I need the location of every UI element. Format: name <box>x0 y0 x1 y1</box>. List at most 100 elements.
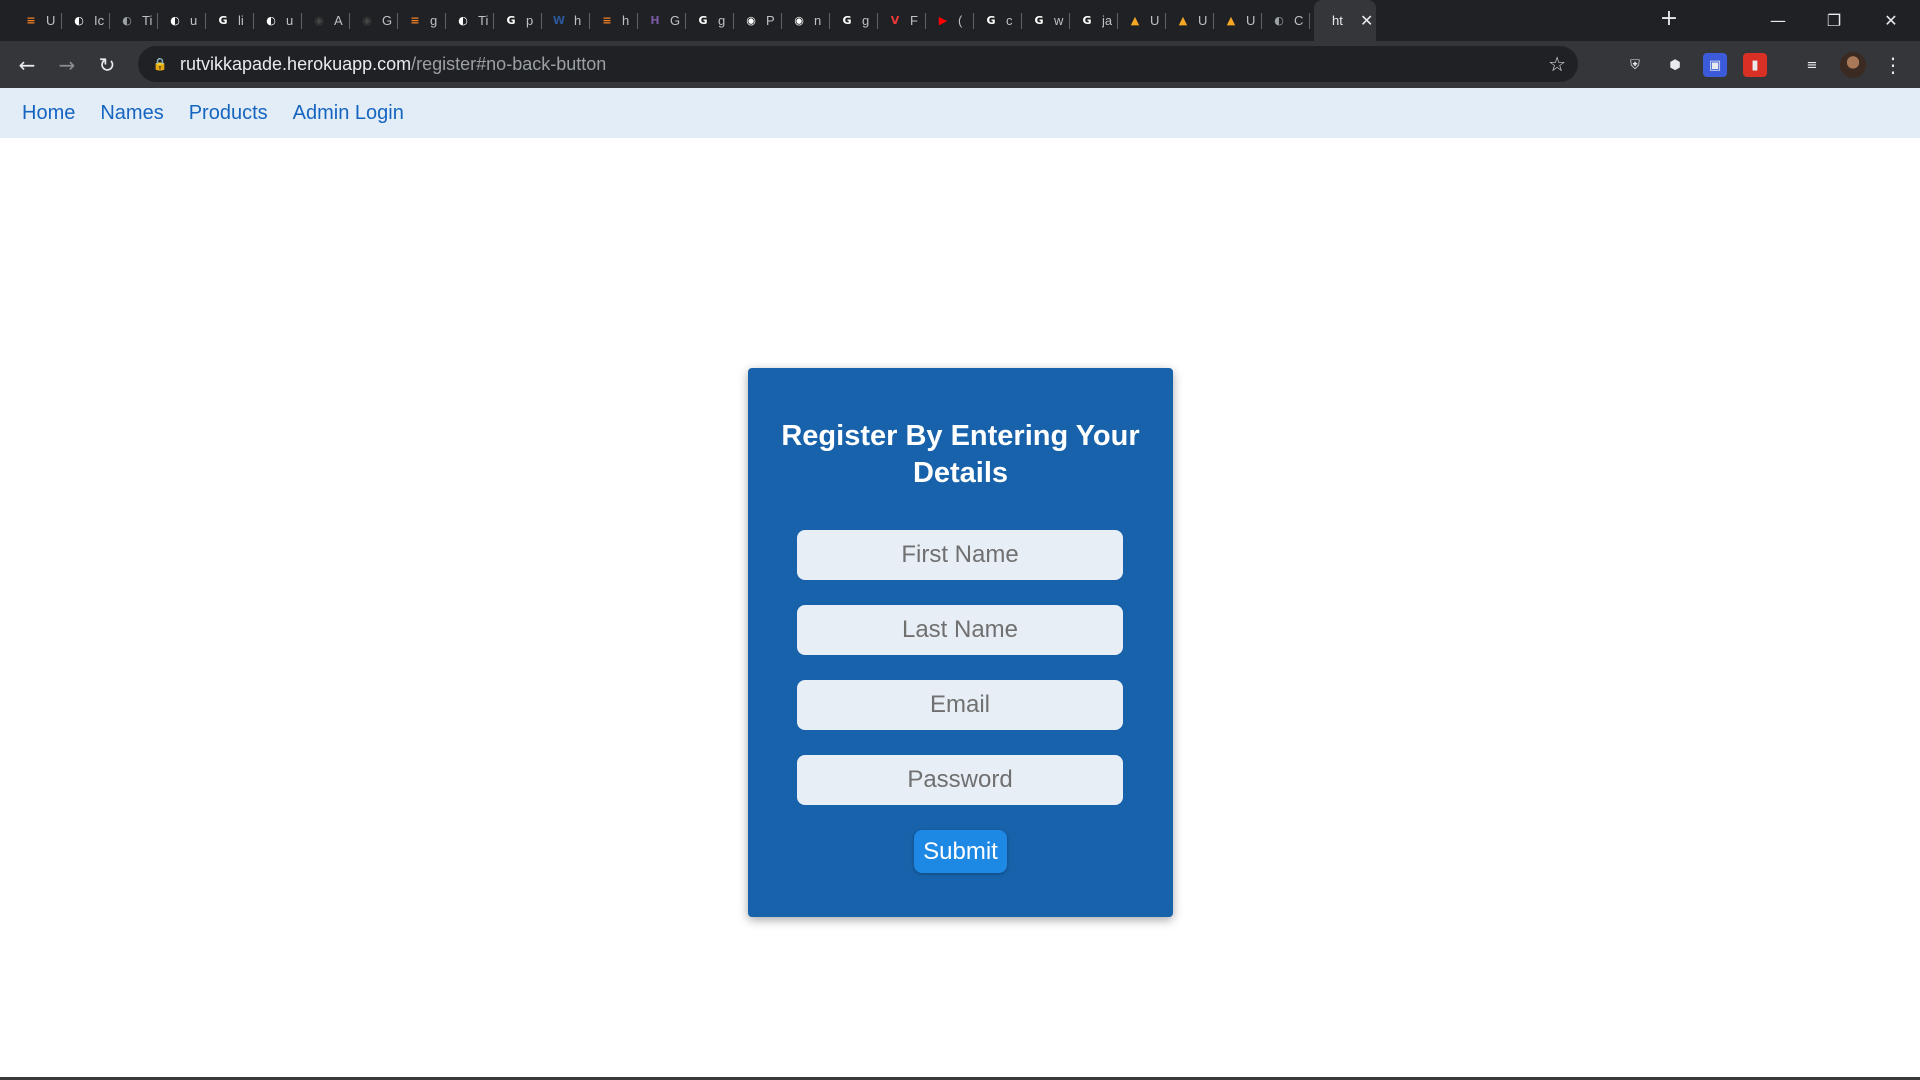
bookmark-ext-icon[interactable]: ▮ <box>1743 53 1767 77</box>
tab-title: ( <box>958 13 963 28</box>
screen-icon[interactable]: ▣ <box>1703 53 1727 77</box>
browser-tab[interactable]: ◉ P <box>734 6 782 35</box>
browser-menu-icon[interactable]: ⋮ <box>1883 53 1903 77</box>
tab-title: n <box>814 13 822 28</box>
github-icon: ◉ <box>314 14 324 27</box>
submit-button[interactable]: Submit <box>914 830 1007 873</box>
tab-title: Ic <box>94 13 104 28</box>
browser-toolbar: ← → ↻ 🔒 rutvikkapade.herokuapp.com/regis… <box>0 41 1920 88</box>
register-card: Register By Entering Your Details Submit <box>748 368 1173 917</box>
cube-icon[interactable]: ⬢ <box>1663 53 1687 77</box>
tab-title: C <box>1294 13 1304 28</box>
tab-title: P <box>766 13 775 28</box>
tab-title: c <box>1006 13 1013 28</box>
tab-close-icon[interactable]: ✕ <box>1360 11 1373 31</box>
youtube-icon: ▶ <box>938 14 948 27</box>
udemy-icon: ▲ <box>1178 14 1188 27</box>
browser-tab[interactable]: Gp <box>494 6 542 35</box>
tab-title: g <box>430 13 438 28</box>
browser-tab[interactable]: ◐ Ti <box>110 6 158 35</box>
nav-link-admin-login[interactable]: Admin Login <box>293 102 404 125</box>
restore-button[interactable]: ❐ <box>1805 0 1863 41</box>
tab-title: Ti <box>142 13 152 28</box>
browser-tab[interactable]: Gli <box>206 6 254 35</box>
udemy-icon: ▲ <box>1130 14 1140 27</box>
address-bar[interactable]: 🔒 rutvikkapade.herokuapp.com/register#no… <box>138 46 1578 82</box>
heroku-icon: H <box>650 14 660 27</box>
site-navbar: Home Names Products Admin Login <box>0 88 1920 138</box>
tab-title: u <box>286 13 294 28</box>
browser-tab[interactable]: ▲ U <box>1214 6 1262 35</box>
tab-separator <box>1309 13 1310 29</box>
url-text[interactable]: rutvikkapade.herokuapp.com/register#no-b… <box>180 54 606 75</box>
browser-tab[interactable]: ◐ Ic <box>62 6 110 35</box>
lock-icon[interactable]: 🔒 <box>152 56 168 72</box>
tab-title: U <box>1198 13 1208 28</box>
first-name-field[interactable] <box>797 530 1123 580</box>
google-icon: G <box>986 14 996 27</box>
new-tab-button[interactable]: + <box>1657 7 1681 31</box>
browser-tab[interactable]: ◉ n <box>782 6 830 35</box>
browser-tab[interactable]: ≡ U <box>14 6 62 35</box>
forward-button[interactable]: → <box>53 51 81 79</box>
globe-icon: ◐ <box>170 14 180 27</box>
browser-tab[interactable]: Gja <box>1070 6 1118 35</box>
stackoverflow-icon: ≡ <box>602 14 612 27</box>
browser-tab[interactable]: ▲ U <box>1166 6 1214 35</box>
google-icon: G <box>842 14 852 27</box>
tab-title: U <box>46 13 56 28</box>
tab-title: U <box>1246 13 1256 28</box>
browser-tab[interactable]: ◉ G <box>350 6 398 35</box>
stackoverflow-icon: ≡ <box>410 14 420 27</box>
browser-tab[interactable]: Gg <box>686 6 734 35</box>
tab-title: A <box>334 13 343 28</box>
browser-tab[interactable]: ▶( <box>926 6 974 35</box>
globe-icon: ◐ <box>458 14 468 27</box>
browser-tab[interactable]: ◐ Ti <box>446 6 494 35</box>
browser-tab[interactable]: ≡ g <box>398 6 446 35</box>
profile-avatar[interactable] <box>1840 52 1866 78</box>
browser-tab[interactable]: ◐ u <box>254 6 302 35</box>
media-control-icon[interactable]: ≡ <box>1800 53 1824 77</box>
reload-button[interactable]: ↻ <box>93 51 121 79</box>
nav-link-products[interactable]: Products <box>189 102 268 125</box>
nav-link-names[interactable]: Names <box>100 102 163 125</box>
tab-title: g <box>862 13 870 28</box>
browser-tab[interactable]: ◉ A <box>302 6 350 35</box>
password-field[interactable] <box>797 755 1123 805</box>
browser-tab[interactable]: Wh <box>542 6 590 35</box>
minimize-button[interactable]: — <box>1749 0 1807 41</box>
browser-tab[interactable]: Gg <box>830 6 878 35</box>
shield-icon[interactable]: ⛨ <box>1623 53 1647 77</box>
vivaldi-icon: V <box>890 14 900 27</box>
bookmark-star-icon[interactable]: ☆ <box>1548 52 1566 77</box>
nav-link-home[interactable]: Home <box>22 102 75 125</box>
tab-title: ja <box>1102 13 1112 28</box>
last-name-field[interactable] <box>797 605 1123 655</box>
word-icon: W <box>552 14 566 27</box>
back-button[interactable]: ← <box>13 51 41 79</box>
browser-tab[interactable]: Gw <box>1022 6 1070 35</box>
browser-tab[interactable]: VF <box>878 6 926 35</box>
stackoverflow-icon: ≡ <box>26 14 36 27</box>
browser-tab-strip: + — ❐ ✕ ≡ U ◐ Ic ◐ Ti ◐ u Gli ◐ u ◉ A ◉ G ≡ g ◐ Ti Gp Wh ≡ h H G… <box>0 0 1920 41</box>
github-icon: ◉ <box>794 14 804 27</box>
browser-tab[interactable]: ◐ C <box>1262 6 1310 35</box>
browser-tab[interactable]: Gc <box>974 6 1022 35</box>
active-tab[interactable]: ht ✕ <box>1314 0 1376 41</box>
browser-tab[interactable]: ▲ U <box>1118 6 1166 35</box>
globe-icon: ◐ <box>266 14 276 27</box>
google-icon: G <box>218 14 228 27</box>
browser-tab[interactable]: HG <box>638 6 686 35</box>
url-host: rutvikkapade.herokuapp.com <box>180 53 412 74</box>
github-icon: ◉ <box>362 14 372 27</box>
browser-tab[interactable]: ≡ h <box>590 6 638 35</box>
google-icon: G <box>1082 14 1092 27</box>
globe-icon: ◐ <box>122 14 132 27</box>
browser-tab[interactable]: ◐ u <box>158 6 206 35</box>
tab-title: ht <box>1332 13 1343 28</box>
globe-icon: ◐ <box>1274 14 1284 27</box>
email-field[interactable] <box>797 680 1123 730</box>
udemy-icon: ▲ <box>1226 14 1236 27</box>
window-close-button[interactable]: ✕ <box>1862 0 1920 41</box>
